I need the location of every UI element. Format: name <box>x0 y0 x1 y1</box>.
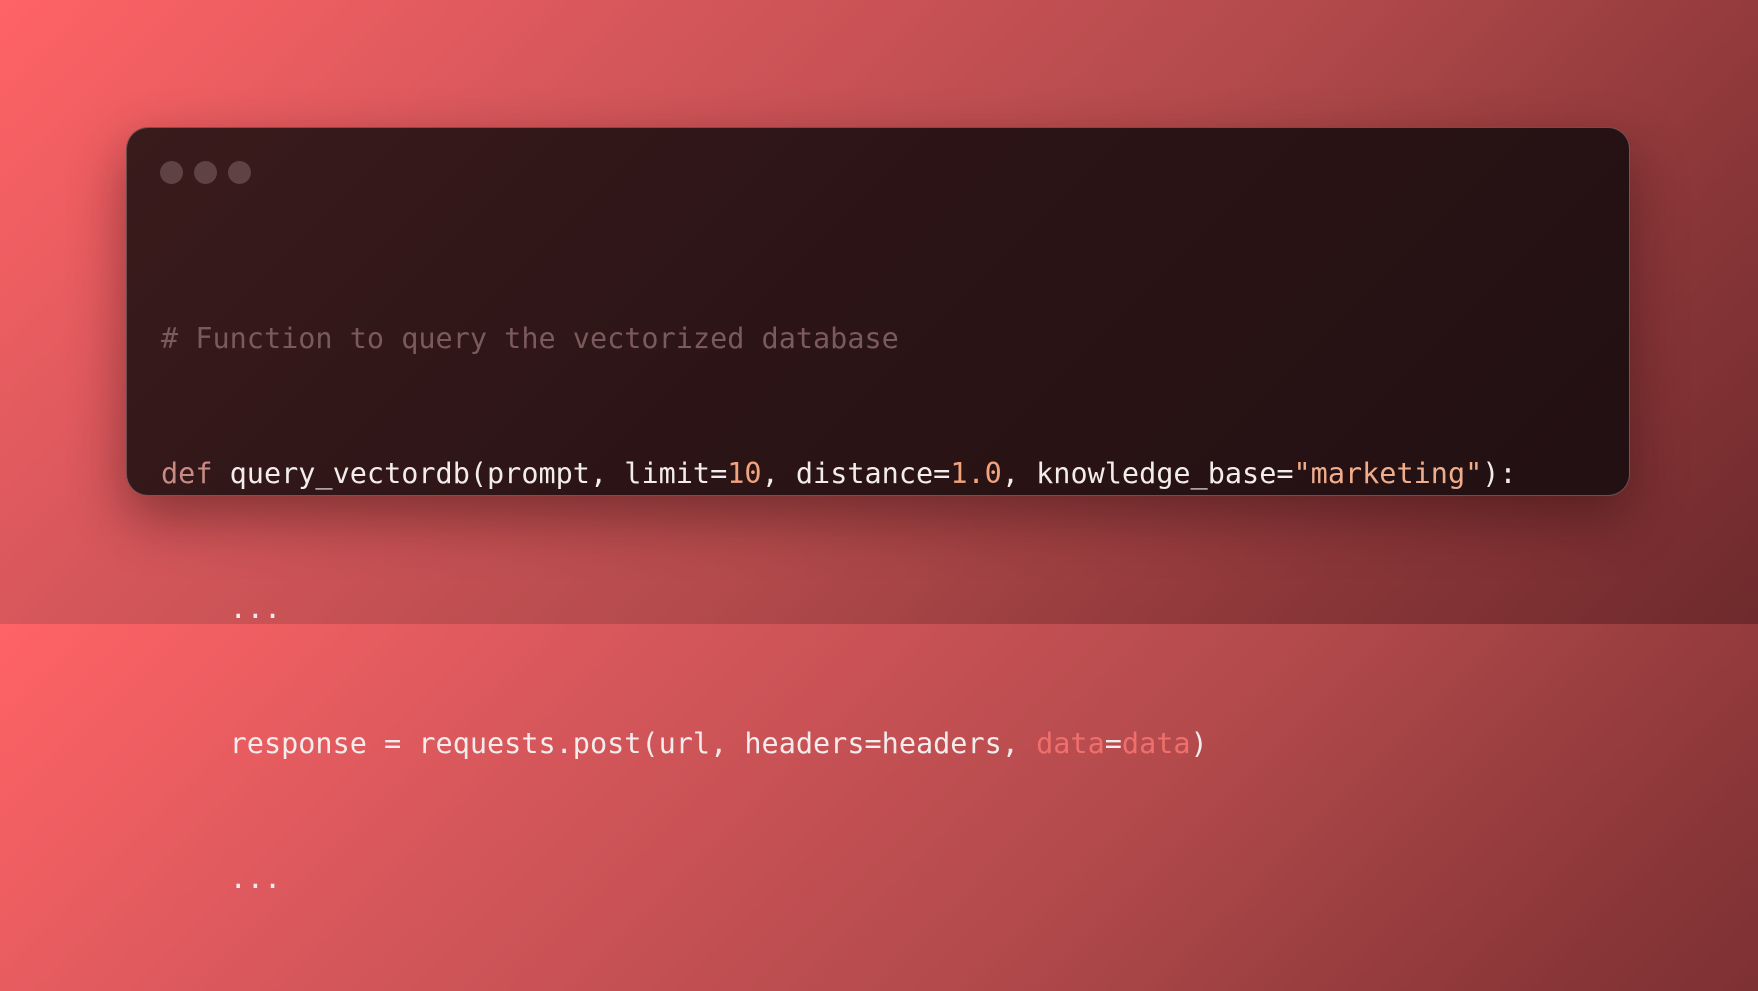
data-kwarg: data <box>1036 727 1105 760</box>
code-block: # Function to query the vectorized datab… <box>161 226 1517 991</box>
ellipsis: ... <box>161 862 282 895</box>
close-dot-icon[interactable] <box>160 161 183 184</box>
distance-param: , distance= <box>761 457 951 490</box>
function-signature-start: query_vectordb(prompt, limit= <box>212 457 728 490</box>
code-window: # Function to query the vectorized datab… <box>126 127 1630 895</box>
maximize-dot-icon[interactable] <box>228 161 251 184</box>
data-value: data <box>1121 727 1191 760</box>
code-line-5: ... <box>161 856 1517 901</box>
distance-value: 1.0 <box>950 457 1002 490</box>
knowledge-base-value: "marketing" <box>1293 457 1483 490</box>
code-line-3: ... <box>161 586 1517 631</box>
code-line-4: response = requests.post(url, headers=he… <box>161 721 1517 766</box>
signature-end: ): <box>1482 457 1517 490</box>
ellipsis: ... <box>161 592 282 625</box>
knowledge-base-param: , knowledge_base= <box>1001 457 1294 490</box>
window-controls <box>160 161 251 184</box>
code-line-2: def query_vectordb(prompt, limit=10, dis… <box>161 451 1517 496</box>
def-keyword: def <box>161 457 213 490</box>
close-paren: ) <box>1190 727 1208 760</box>
limit-value: 10 <box>727 457 762 490</box>
code-comment: # Function to query the vectorized datab… <box>161 322 899 355</box>
equals-sign: = <box>1104 727 1122 760</box>
minimize-dot-icon[interactable] <box>194 161 217 184</box>
code-line-1: # Function to query the vectorized datab… <box>161 316 1517 361</box>
response-assignment: response = requests.post(url, headers=he… <box>161 727 1037 760</box>
